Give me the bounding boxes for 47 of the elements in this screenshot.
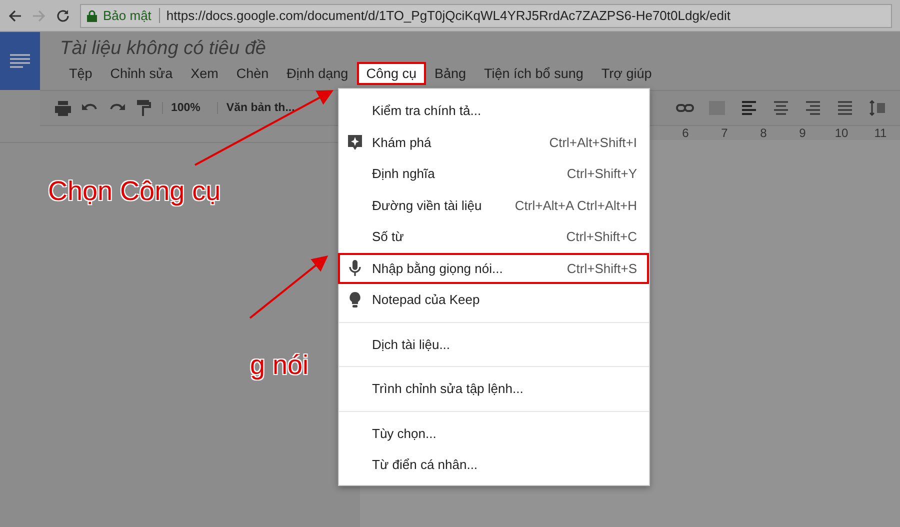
align-left-icon[interactable]	[740, 99, 758, 117]
menu-option[interactable]: Khám phá Ctrl+Alt+Shift+I	[338, 126, 649, 158]
menu-option[interactable]: Dịch tài liệu...	[338, 328, 649, 360]
ruler-number: 6	[681, 126, 690, 142]
url-text: https://docs.google.com/document/d/1TO_PgT0jQciKqWL4YRJ5RrdAc7ZAZPS6-He70t0Ldgk/edit	[166, 8, 731, 23]
secure-label: Bảo mật	[103, 8, 160, 23]
menu-option[interactable]: Từ điển cá nhân...	[338, 449, 649, 480]
menu-item[interactable]: Chỉnh sửa	[101, 62, 182, 84]
menu-option[interactable]: Nhập bằng giọng nói... Ctrl+Shift+S	[338, 252, 649, 284]
sparkle-icon	[346, 133, 364, 152]
align-center-icon[interactable]	[772, 99, 790, 117]
line-spacing-icon[interactable]	[868, 99, 886, 117]
menu-option[interactable]: Định nghĩa Ctrl+Shift+Y	[338, 158, 649, 190]
annotation-text: g nói	[250, 350, 309, 381]
reload-icon[interactable]	[56, 8, 70, 22]
annotation-text: Chọn Công cụ	[48, 176, 221, 207]
ruler-number: 8	[759, 126, 768, 142]
menu-option[interactable]: Trình chỉnh sửa tập lệnh...	[338, 373, 649, 404]
lines-icon	[10, 53, 30, 69]
menu-option[interactable]: Tùy chọn...	[338, 418, 649, 449]
style-dropdown[interactable]: Văn bản th...	[217, 102, 303, 114]
paint-roller-icon[interactable]	[135, 99, 153, 117]
back-arrow-icon[interactable]	[8, 8, 22, 22]
menu-option[interactable]: Kiểm tra chính tả...	[338, 95, 649, 126]
docs-logo[interactable]	[0, 32, 40, 90]
menu-item[interactable]: Định dạng	[278, 62, 358, 84]
menu-item[interactable]: Bảng	[426, 62, 476, 84]
ruler-number: 11	[873, 126, 888, 142]
microphone-icon	[346, 259, 364, 278]
menu-item[interactable]: Xem	[182, 62, 228, 84]
menu-item[interactable]: Trợ giúp	[592, 62, 661, 84]
address-bar[interactable]: Bảo mật https://docs.google.com/document/d/1TO_PgT0jQciKqWL4YRJ5RrdAc7ZAZPS6-He70t0Ldgk/edit	[80, 4, 892, 28]
ruler-number: 7	[720, 126, 729, 142]
menu-option[interactable]: Số từ Ctrl+Shift+C	[338, 221, 649, 252]
menu-item[interactable]: Tệp	[60, 62, 102, 84]
menu-item[interactable]: Tiện ích bổ sung	[475, 62, 592, 84]
justify-icon[interactable]	[836, 99, 854, 117]
print-icon[interactable]	[54, 99, 72, 117]
menu-option[interactable]: Notepad của Keep	[338, 284, 649, 316]
zoom-dropdown[interactable]: 100%	[162, 102, 208, 114]
lock-icon	[87, 10, 97, 22]
ruler-number: 10	[834, 126, 850, 142]
menu-item[interactable]: Chèn	[227, 62, 278, 84]
ruler-number: 9	[798, 126, 807, 142]
menu-item[interactable]: Công cụ	[357, 62, 426, 84]
menu-option[interactable]: Đường viền tài liệu Ctrl+Alt+A Ctrl+Alt+H	[338, 190, 649, 221]
align-right-icon[interactable]	[804, 99, 822, 117]
